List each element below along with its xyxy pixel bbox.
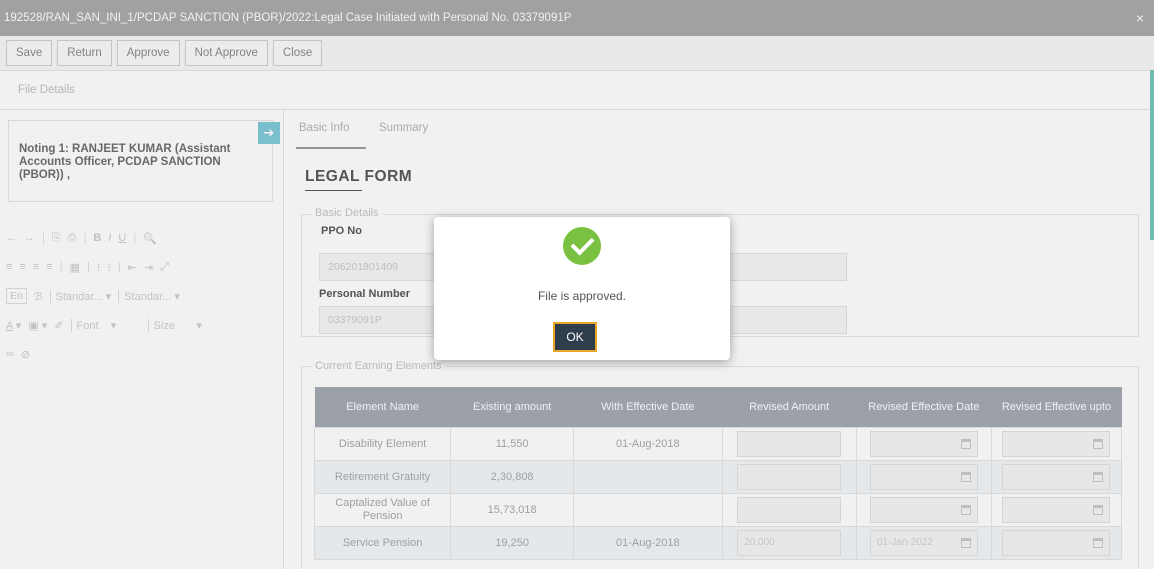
dialog-message: File is approved. xyxy=(537,289,627,303)
success-check-icon xyxy=(563,227,601,265)
approval-dialog: File is approved. OK xyxy=(434,217,730,360)
ok-button[interactable]: OK xyxy=(553,322,597,352)
